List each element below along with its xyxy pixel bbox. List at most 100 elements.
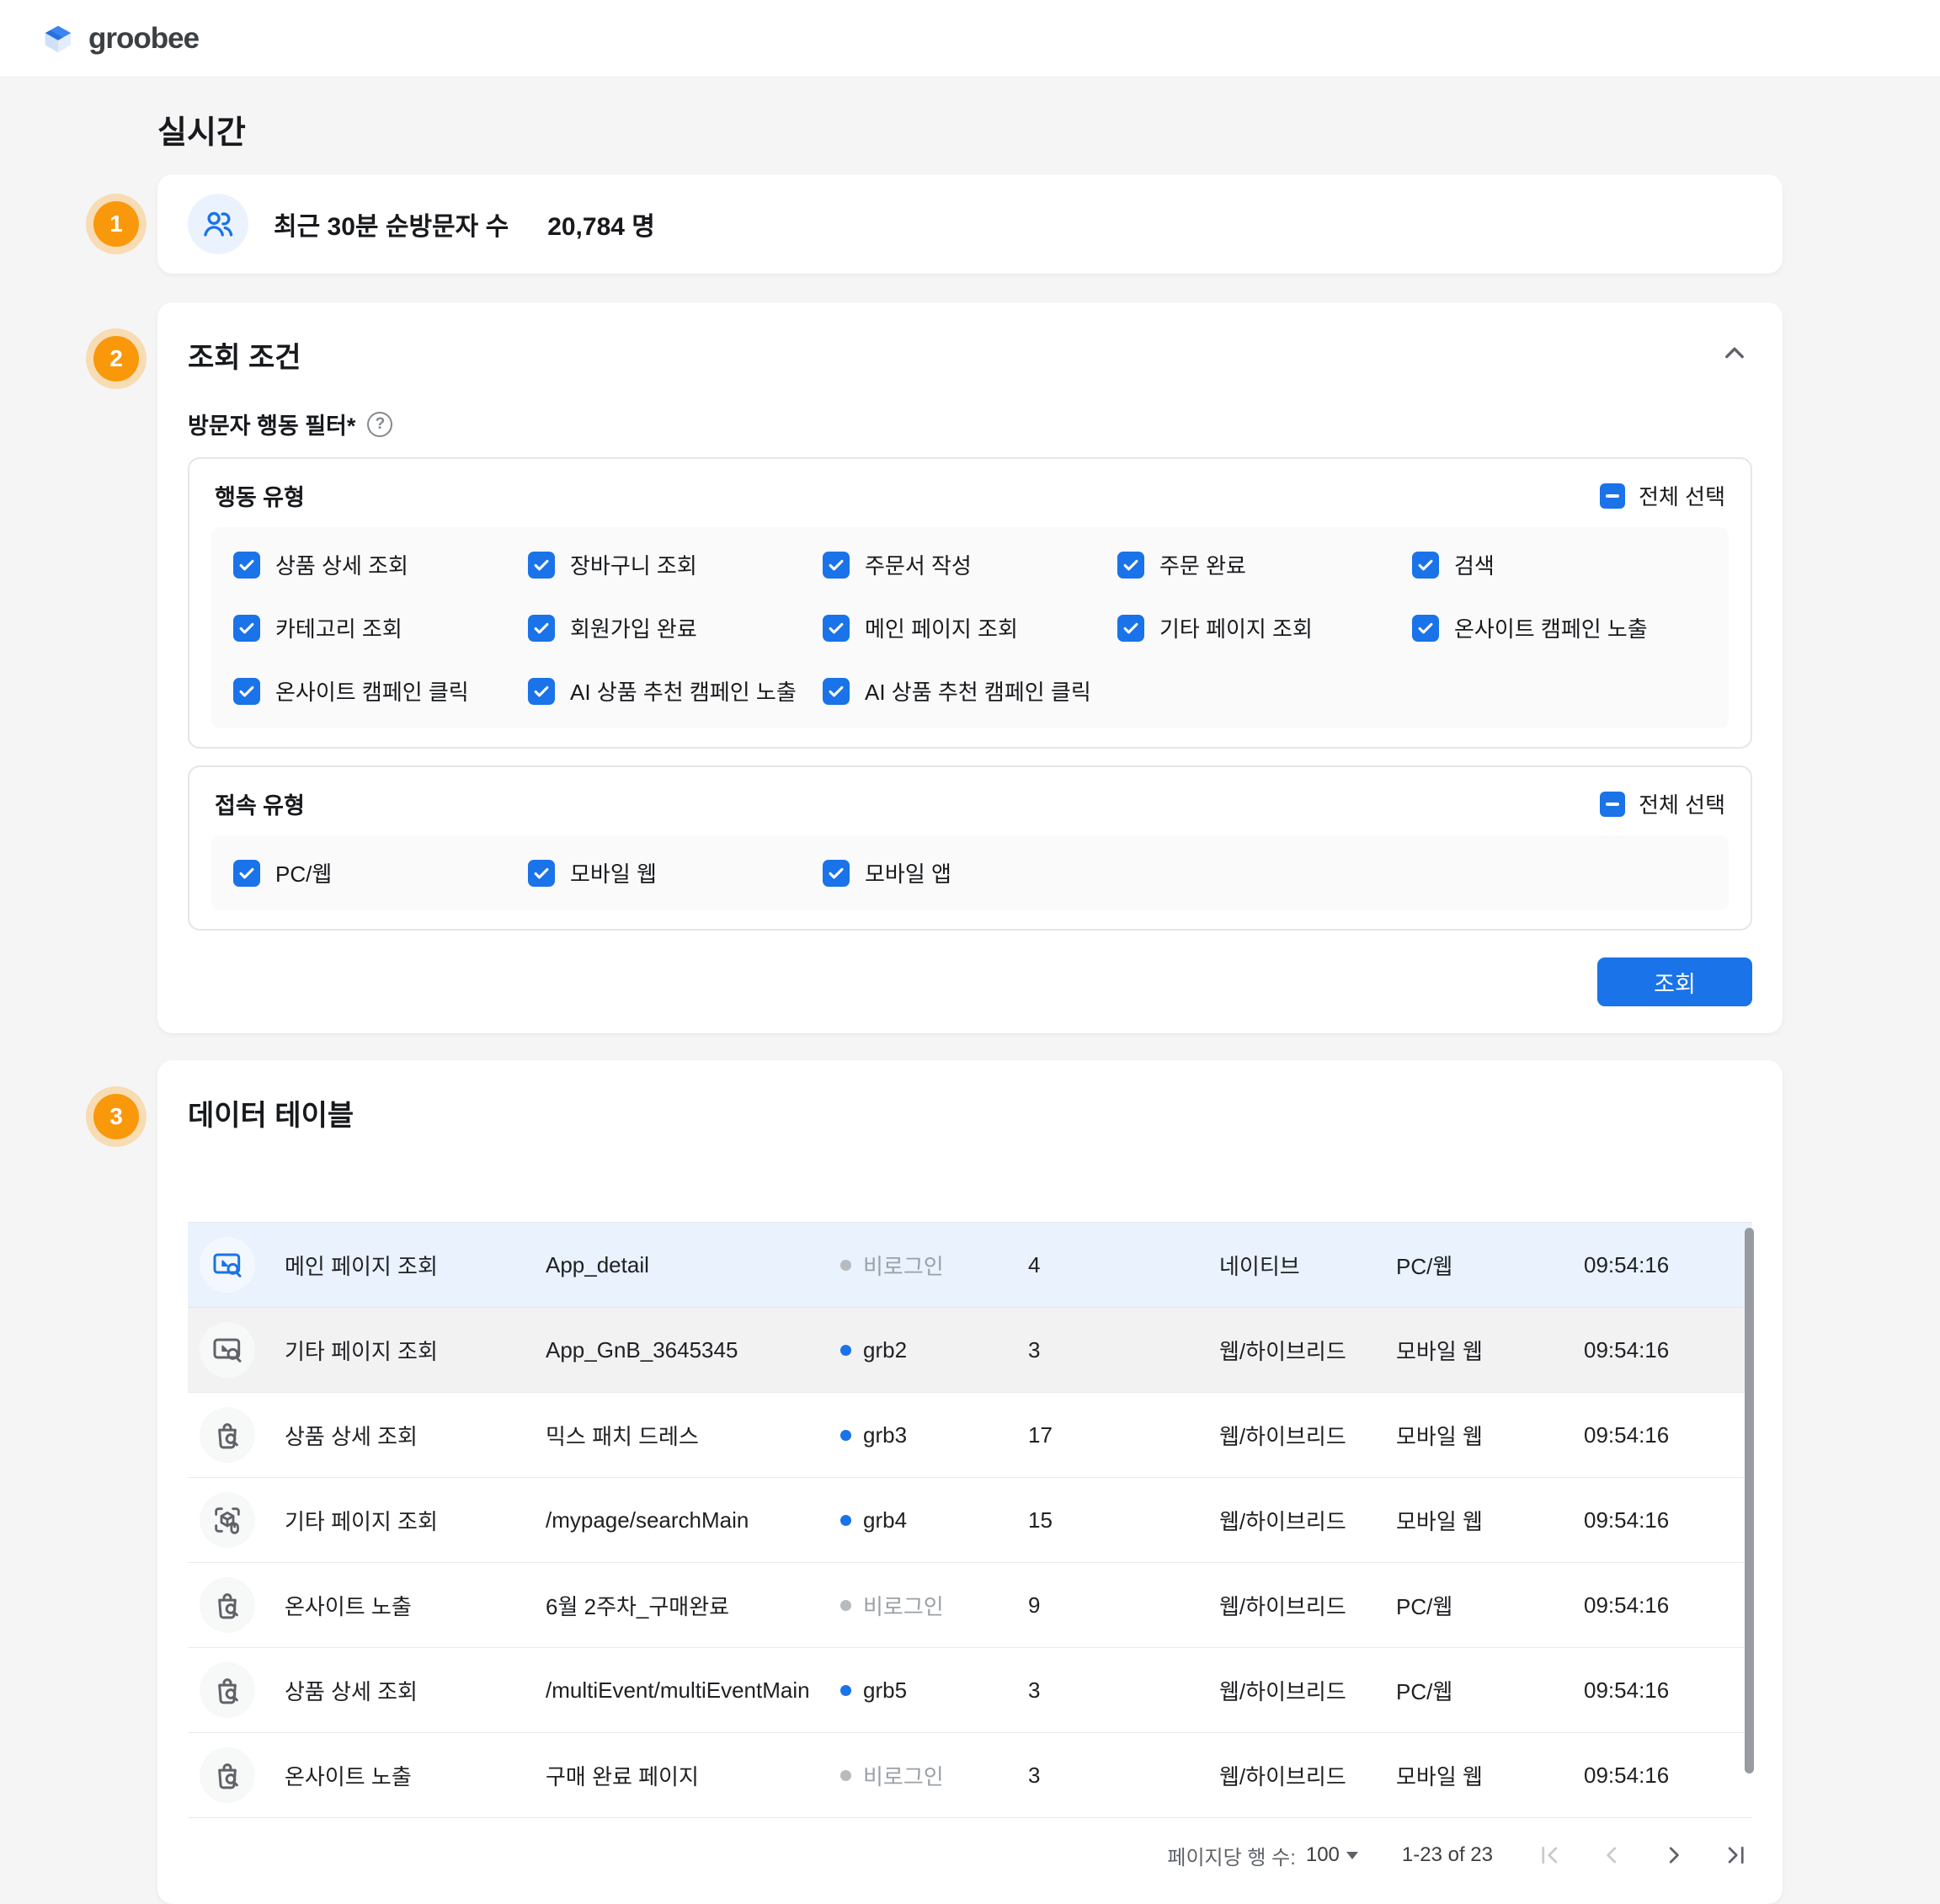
cell-behavior-type: 메인 페이지 조회 xyxy=(285,1250,546,1281)
previous-page-button[interactable] xyxy=(1599,1843,1624,1868)
cell-platform: 웹/하이브리드 xyxy=(1219,1760,1396,1791)
checked-checkbox-icon xyxy=(1117,552,1144,579)
pagination-bar: 페이지당 행 수: 100 1-23 of 23 xyxy=(188,1818,1752,1892)
table-row[interactable]: 메인 페이지 조회 App_detail 비로그인 4 네이티브 PC/웹 09… xyxy=(188,1223,1752,1308)
bag-search-icon xyxy=(211,1588,244,1622)
member-status-dot xyxy=(840,1345,851,1356)
checked-checkbox-icon xyxy=(528,860,555,887)
checked-checkbox-icon xyxy=(1117,615,1144,642)
next-page-button[interactable] xyxy=(1661,1843,1687,1868)
cell-session-actions: 17 xyxy=(1028,1422,1219,1448)
cell-device-type: PC/웹 xyxy=(1396,1250,1584,1281)
cell-recorded-time: 09:54:16 xyxy=(1584,1337,1752,1363)
option-label: 상품 상세 조회 xyxy=(275,549,408,580)
cell-device-type: PC/웹 xyxy=(1396,1590,1584,1621)
behavior-option-checkbox[interactable]: AI 상품 추천 캠페인 클릭 xyxy=(823,675,1117,707)
behavior-type-title: 행동 유형 xyxy=(215,479,305,512)
cell-session-actions: 9 xyxy=(1028,1592,1219,1619)
option-label: 모바일 웹 xyxy=(570,857,657,888)
first-page-button[interactable] xyxy=(1537,1843,1562,1868)
search-button[interactable]: 조회 xyxy=(1597,957,1752,1006)
cell-behavior-type: 온사이트 노출 xyxy=(285,1760,546,1791)
cell-session-actions: 4 xyxy=(1028,1252,1219,1278)
cell-member-id: 비로그인 xyxy=(840,1250,1028,1281)
cell-device-type: PC/웹 xyxy=(1396,1675,1584,1706)
table-row[interactable]: 기타 페이지 조회 /mypage/searchMain grb4 15 웹/하… xyxy=(188,1478,1752,1563)
option-label: 회원가입 완료 xyxy=(570,612,697,643)
behavior-option-checkbox[interactable]: 온사이트 캠페인 노출 xyxy=(1412,612,1707,643)
behavior-option-checkbox[interactable]: 장바구니 조회 xyxy=(528,549,823,580)
cell-platform: 웹/하이브리드 xyxy=(1219,1675,1396,1706)
device-select-all[interactable]: 전체 선택 xyxy=(1600,788,1725,819)
cell-recorded-time: 09:54:16 xyxy=(1584,1422,1752,1448)
last-page-button[interactable] xyxy=(1724,1843,1749,1868)
page-search-icon xyxy=(211,1248,244,1282)
table-row[interactable]: 기타 페이지 조회 App_GnB_3645345 grb2 3 웹/하이브리드… xyxy=(188,1308,1752,1393)
device-option-checkbox[interactable]: 모바일 앱 xyxy=(823,857,1117,888)
last-page-icon xyxy=(1724,1843,1749,1868)
logo[interactable]: groobee xyxy=(39,19,199,58)
behavior-option-checkbox[interactable]: 기타 페이지 조회 xyxy=(1117,612,1412,643)
member-status-dot xyxy=(840,1685,851,1696)
behavior-option-checkbox[interactable]: 메인 페이지 조회 xyxy=(823,612,1117,643)
bag-search-icon xyxy=(211,1418,244,1452)
device-option-checkbox[interactable]: 모바일 웹 xyxy=(528,857,823,888)
visitors-icon xyxy=(200,206,236,242)
behavior-type-box: 행동 유형 전체 선택 상품 상세 조회 xyxy=(188,457,1752,749)
behavior-option-checkbox[interactable]: 상품 상세 조회 xyxy=(233,549,528,580)
device-type-title: 접속 유형 xyxy=(215,787,305,820)
data-table-card: 3 데이터 테이블 xyxy=(157,1060,1783,1904)
cell-device-type: 모바일 웹 xyxy=(1396,1760,1584,1791)
behavior-select-all[interactable]: 전체 선택 xyxy=(1600,480,1725,511)
table-row[interactable]: 온사이트 노출 구매 완료 페이지 비로그인 3 웹/하이브리드 모바일 웹 0… xyxy=(188,1733,1752,1818)
page-search-icon xyxy=(211,1333,244,1367)
cell-behavior-content: /mypage/searchMain xyxy=(546,1507,840,1533)
visitor-count-label: 최근 30분 순방문자 수 xyxy=(274,205,509,243)
cell-member-id: grb5 xyxy=(840,1677,1028,1704)
collapse-button[interactable] xyxy=(1717,336,1752,374)
checked-checkbox-icon xyxy=(233,615,260,642)
member-status-dot xyxy=(840,1515,851,1526)
table-scrollbar[interactable] xyxy=(1745,1228,1754,1773)
logo-icon xyxy=(39,19,77,58)
cell-behavior-content: App_GnB_3645345 xyxy=(546,1337,840,1363)
help-icon[interactable]: ? xyxy=(367,412,392,437)
option-label: 주문서 작성 xyxy=(865,549,972,580)
cell-member-id: grb2 xyxy=(840,1337,1028,1363)
rows-per-page-label: 페이지당 행 수: xyxy=(1167,1841,1295,1870)
behavior-option-checkbox[interactable]: AI 상품 추천 캠페인 노출 xyxy=(528,675,823,707)
cell-member-id: 비로그인 xyxy=(840,1760,1028,1791)
device-type-box: 접속 유형 전체 선택 PC/웹 xyxy=(188,765,1752,931)
table-row[interactable]: 상품 상세 조회 /multiEvent/multiEventMain grb5… xyxy=(188,1648,1752,1733)
behavior-option-checkbox[interactable]: 검색 xyxy=(1412,549,1707,580)
behavior-option-checkbox[interactable]: 주문서 작성 xyxy=(823,549,1117,580)
checked-checkbox-icon xyxy=(823,678,850,705)
behavior-option-checkbox[interactable]: 회원가입 완료 xyxy=(528,612,823,643)
device-option-checkbox[interactable]: PC/웹 xyxy=(233,857,528,888)
behavior-option-checkbox[interactable]: 주문 완료 xyxy=(1117,549,1412,580)
chevron-left-icon xyxy=(1599,1843,1624,1868)
cell-device-type: 모바일 웹 xyxy=(1396,1335,1584,1366)
data-table-title: 데이터 테이블 xyxy=(188,1092,1752,1133)
cell-behavior-content: 믹스 패치 드레스 xyxy=(546,1420,840,1451)
checked-checkbox-icon xyxy=(528,615,555,642)
first-page-icon xyxy=(1537,1843,1562,1868)
step-badge-3: 3 xyxy=(93,1094,139,1139)
indeterminate-checkbox-icon xyxy=(1600,483,1625,509)
device-options: PC/웹 모바일 웹 모바일 앱 xyxy=(211,835,1729,910)
select-all-label: 전체 선택 xyxy=(1639,788,1725,819)
checked-checkbox-icon xyxy=(823,552,850,579)
cell-recorded-time: 09:54:16 xyxy=(1584,1592,1752,1619)
cell-member-id: grb4 xyxy=(840,1507,1028,1533)
option-label: 장바구니 조회 xyxy=(570,549,697,580)
cell-member-id: grb3 xyxy=(840,1422,1028,1448)
pagination-range: 1-23 of 23 xyxy=(1402,1843,1493,1867)
cell-device-type: 모바일 웹 xyxy=(1396,1420,1584,1451)
cell-member-id: 비로그인 xyxy=(840,1590,1028,1621)
rows-per-page-select[interactable]: 100 xyxy=(1306,1843,1358,1867)
indeterminate-checkbox-icon xyxy=(1600,792,1625,817)
behavior-option-checkbox[interactable]: 카테고리 조회 xyxy=(233,612,528,643)
table-row[interactable]: 온사이트 노출 6월 2주차_구매완료 비로그인 9 웹/하이브리드 PC/웹 … xyxy=(188,1563,1752,1648)
behavior-option-checkbox[interactable]: 온사이트 캠페인 클릭 xyxy=(233,675,528,707)
table-row[interactable]: 상품 상세 조회 믹스 패치 드레스 grb3 17 웹/하이브리드 모바일 웹… xyxy=(188,1393,1752,1478)
